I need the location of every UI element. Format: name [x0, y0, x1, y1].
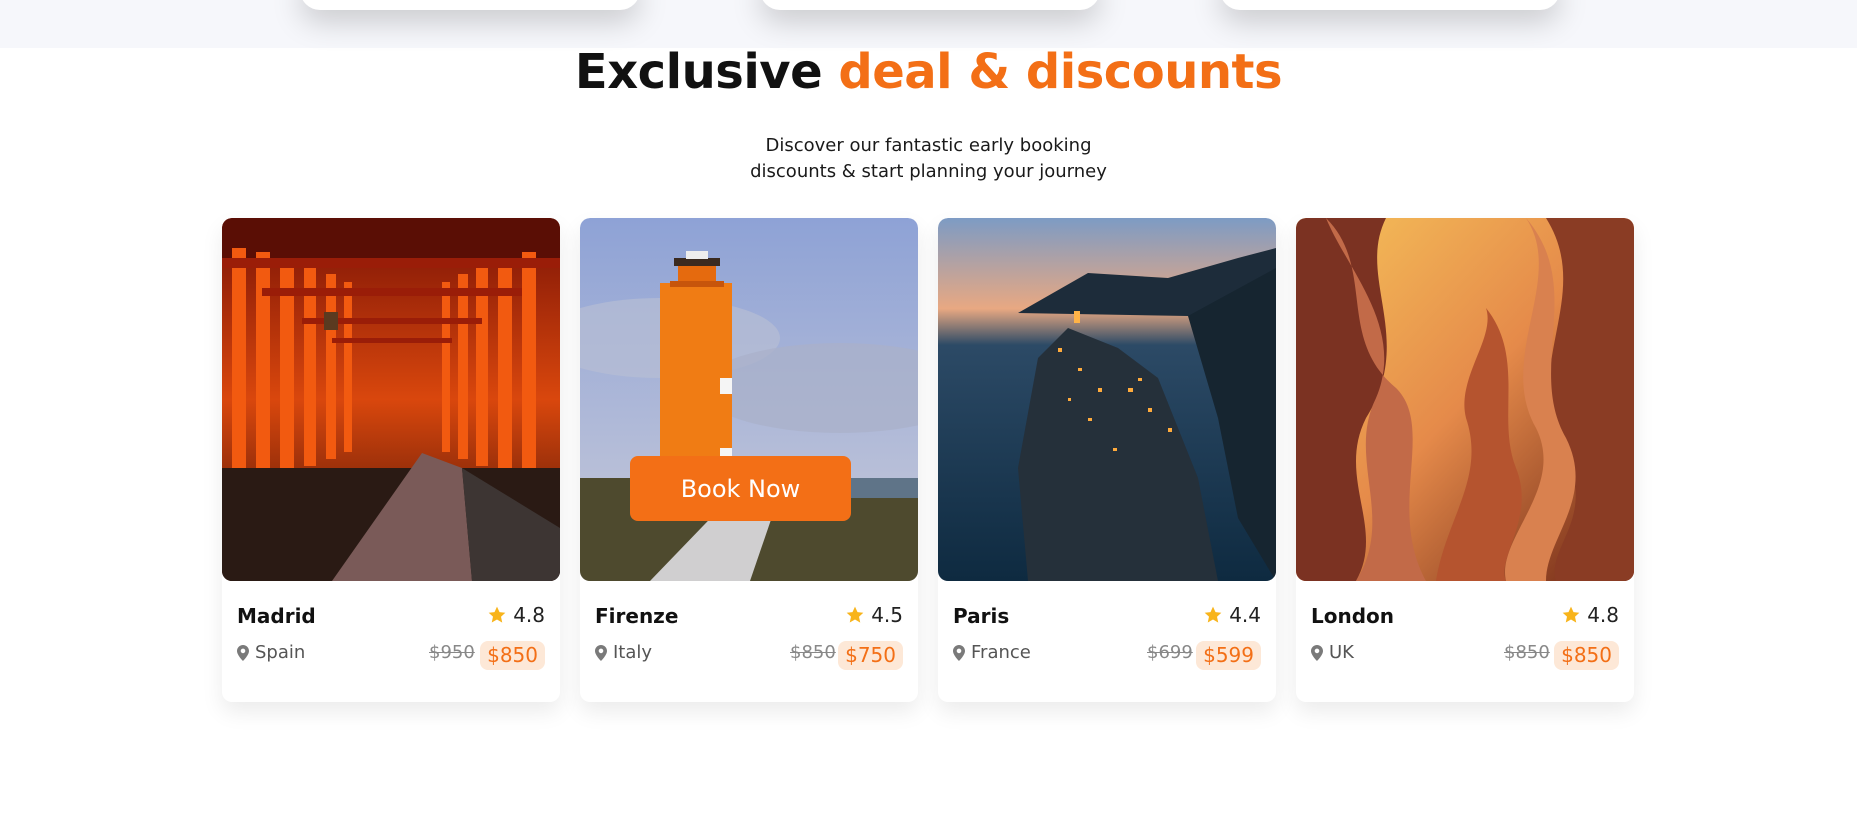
map-pin-icon — [953, 644, 965, 661]
previous-card-shadow — [760, 0, 1100, 10]
deal-card-image[interactable] — [1296, 218, 1634, 581]
torii-tunnel-image — [222, 218, 560, 581]
deal-card-location: France — [953, 642, 1031, 663]
subtitle-line-2: discounts & start planning your journey — [750, 161, 1107, 182]
deal-card-location: Spain — [237, 642, 305, 663]
deal-card-location: Italy — [595, 642, 652, 663]
section-subtitle: Discover our fantastic early booking dis… — [0, 133, 1857, 185]
deal-card-rating: 4.8 — [1561, 603, 1619, 627]
deal-card-old-price: $699 — [1147, 642, 1193, 663]
location-label: Spain — [255, 642, 306, 663]
deal-card-title: London — [1311, 604, 1395, 628]
deal-card-title: Paris — [953, 604, 1010, 628]
deal-card-madrid[interactable]: Madrid 4.8 Spain $950 $850 — [222, 218, 560, 702]
previous-card-shadow — [1220, 0, 1560, 10]
deal-card-new-price: $850 — [1554, 641, 1619, 670]
location-label: France — [971, 642, 1031, 663]
deal-card-image[interactable] — [580, 218, 918, 581]
deal-card-image[interactable] — [222, 218, 560, 581]
deal-card-new-price: $750 — [838, 641, 903, 670]
deal-card-old-price: $850 — [790, 642, 836, 663]
lighthouse-image — [580, 218, 918, 581]
deal-card-firenze[interactable]: Book Now Firenze 4.5 Italy $850 $750 — [580, 218, 918, 702]
book-now-button[interactable]: Book Now — [630, 456, 851, 521]
map-pin-icon — [237, 644, 249, 661]
map-pin-icon — [1311, 644, 1323, 661]
star-icon — [1204, 606, 1222, 623]
deal-card-london[interactable]: London 4.8 UK $850 $850 — [1296, 218, 1634, 702]
deal-card-title: Firenze — [595, 604, 679, 628]
deal-card-rating: 4.5 — [845, 603, 903, 627]
rating-value: 4.5 — [871, 603, 903, 627]
location-label: Italy — [613, 642, 653, 663]
rating-value: 4.8 — [513, 603, 545, 627]
rating-value: 4.4 — [1229, 603, 1261, 627]
section-title-accent: deal & discounts — [838, 44, 1283, 100]
star-icon — [488, 606, 506, 623]
deal-card-old-price: $850 — [1504, 642, 1550, 663]
rating-value: 4.8 — [1587, 603, 1619, 627]
section-title: Exclusive deal & discounts — [0, 44, 1857, 100]
subtitle-line-1: Discover our fantastic early booking — [765, 135, 1092, 156]
deal-card-location: UK — [1311, 642, 1354, 663]
section-title-main: Exclusive — [574, 44, 823, 100]
deal-card-rating: 4.4 — [1203, 603, 1261, 627]
map-pin-icon — [595, 644, 607, 661]
star-icon — [846, 606, 864, 623]
deal-card-rating: 4.8 — [487, 603, 545, 627]
deal-card-title: Madrid — [237, 604, 316, 628]
slot-canyon-image — [1296, 218, 1634, 581]
deal-card-old-price: $950 — [429, 642, 475, 663]
deal-card-paris[interactable]: Paris 4.4 France $699 $599 — [938, 218, 1276, 702]
location-label: UK — [1329, 642, 1354, 663]
previous-card-shadow — [300, 0, 640, 10]
previous-section-band — [0, 0, 1857, 48]
deal-card-new-price: $599 — [1196, 641, 1261, 670]
deals-card-grid: Madrid 4.8 Spain $950 $850 Book Now Fire… — [222, 218, 1634, 702]
cliff-village-image — [938, 218, 1276, 581]
star-icon — [1562, 606, 1580, 623]
deal-card-image[interactable] — [938, 218, 1276, 581]
deal-card-new-price: $850 — [480, 641, 545, 670]
